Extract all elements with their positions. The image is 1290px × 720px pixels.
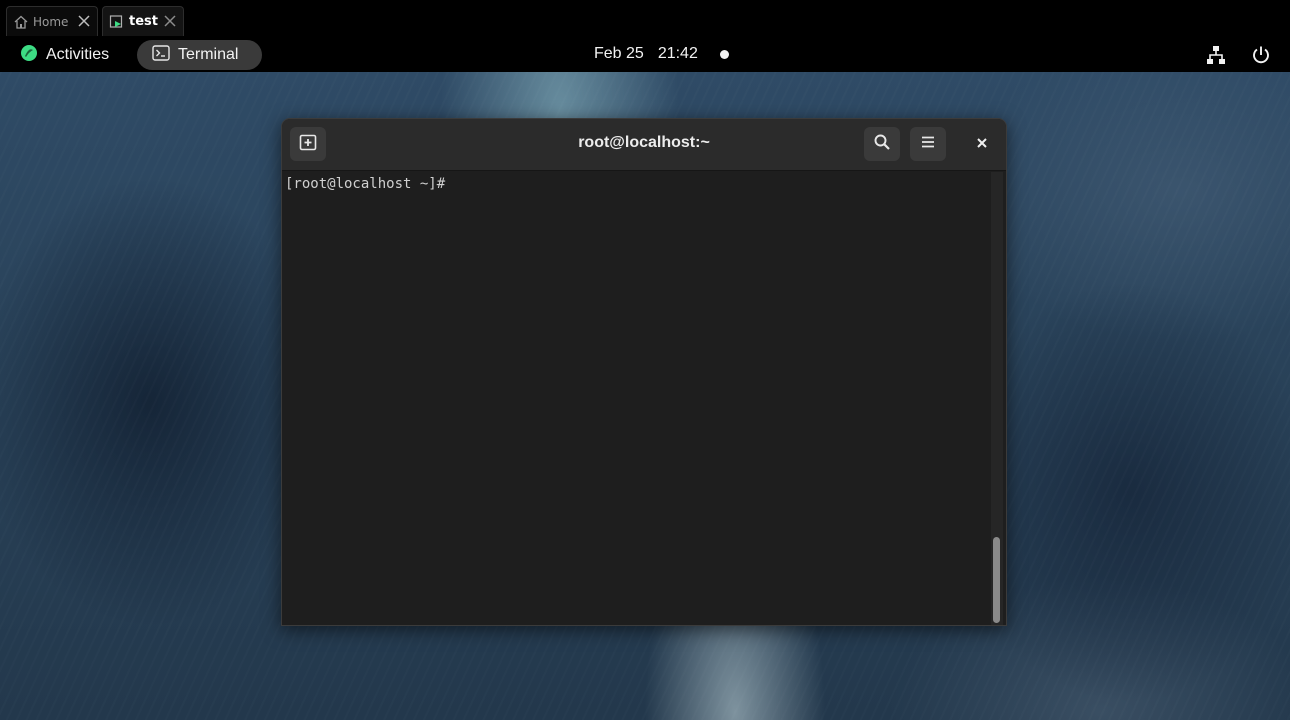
terminal-window[interactable]: root@localhost:~ [root@localhost ~]# <box>281 118 1007 626</box>
screen: Home test Activities Terminal Feb 25 21:… <box>0 0 1290 720</box>
terminal-header-bar[interactable]: root@localhost:~ <box>282 119 1006 171</box>
network-icon[interactable] <box>1205 44 1227 66</box>
terminal-prompt: [root@localhost ~]# <box>285 176 446 192</box>
gnome-top-bar: Activities Terminal Feb 25 21:42 <box>0 38 1290 72</box>
close-icon <box>975 135 989 154</box>
new-tab-button[interactable] <box>290 127 326 161</box>
gnome-logo-icon <box>20 44 38 67</box>
terminal-scrollbar-thumb[interactable] <box>993 537 1000 623</box>
clock-date: Feb 25 <box>594 45 644 62</box>
browser-tab-strip: Home test <box>0 0 1290 38</box>
terminal-body[interactable]: [root@localhost ~]# <box>282 172 1006 625</box>
app-menu-label: Terminal <box>178 46 239 63</box>
close-window-button[interactable] <box>964 127 1000 161</box>
terminal-app-icon <box>152 44 170 66</box>
tab-home-close-icon[interactable] <box>77 14 91 31</box>
activities-label: Activities <box>46 46 110 63</box>
search-icon <box>873 133 891 155</box>
menu-button[interactable] <box>910 127 946 161</box>
clock-time: 21:42 <box>657 45 698 62</box>
activities-button[interactable]: Activities <box>12 40 119 70</box>
terminal-title: root@localhost:~ <box>578 134 710 151</box>
tab-test-label: test <box>129 14 158 29</box>
notification-dot-icon <box>720 50 729 59</box>
tab-test-close-icon[interactable] <box>163 14 177 32</box>
tab-home-label: Home <box>33 15 69 29</box>
app-menu-terminal[interactable]: Terminal <box>137 40 262 70</box>
tab-home[interactable]: Home <box>6 6 98 36</box>
clock-button[interactable]: Feb 25 21:42 <box>594 44 698 64</box>
power-icon[interactable] <box>1250 44 1272 66</box>
terminal-tab-icon <box>109 14 125 34</box>
search-button[interactable] <box>864 127 900 161</box>
tab-test[interactable]: test <box>102 6 184 36</box>
hamburger-icon <box>920 134 936 154</box>
home-icon <box>13 14 29 33</box>
new-tab-icon <box>299 133 317 155</box>
